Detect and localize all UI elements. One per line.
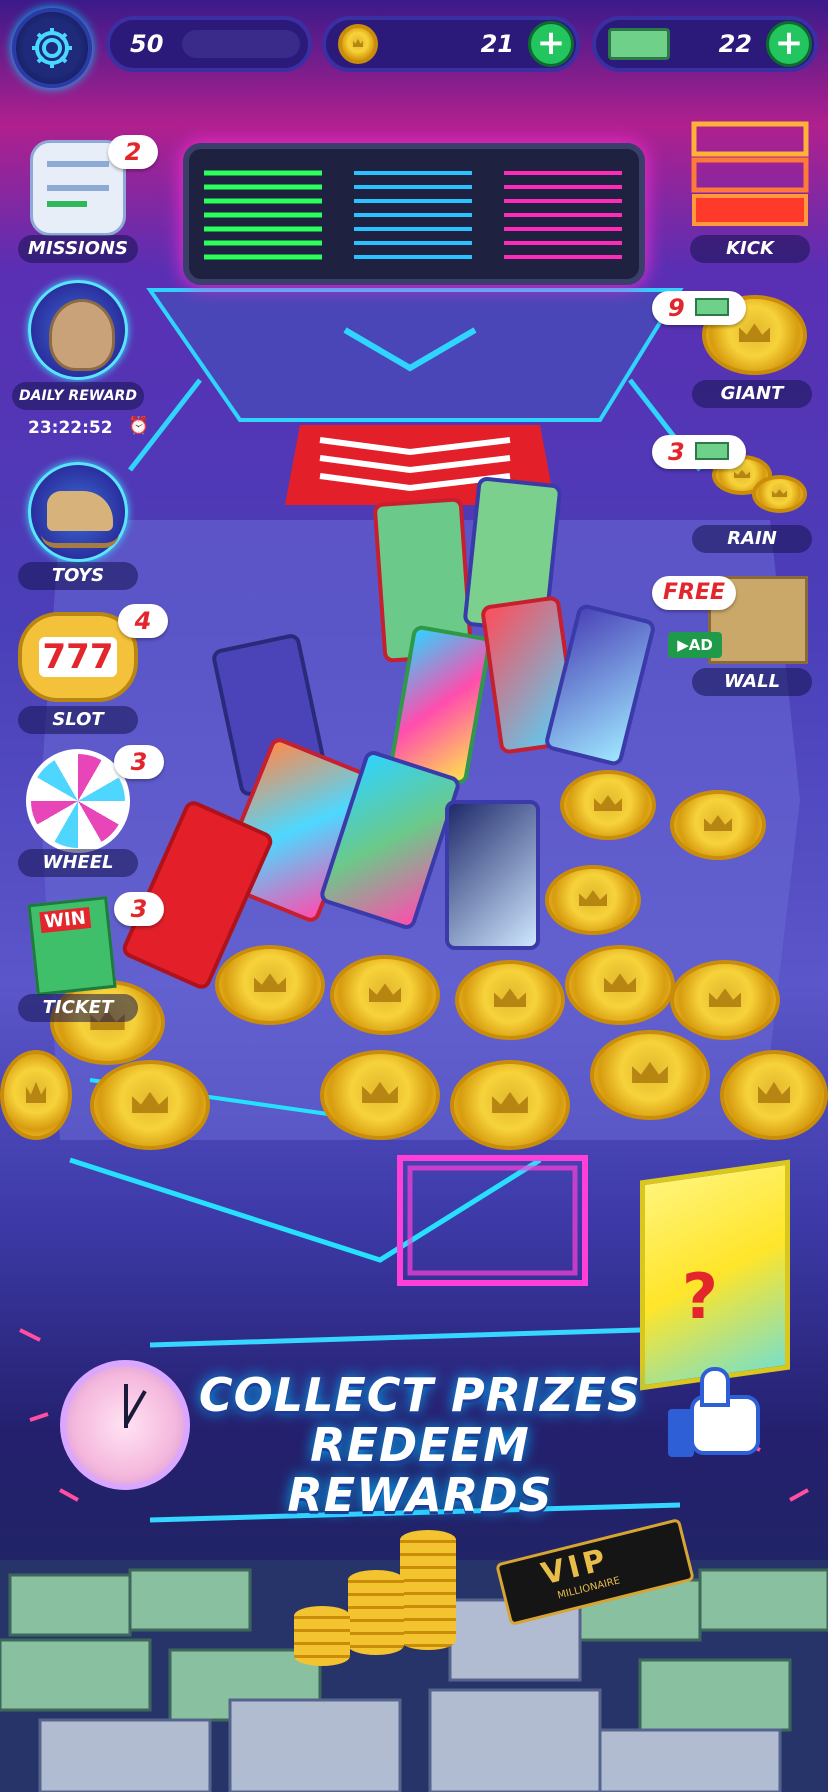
- ticket-icon: WIN: [27, 896, 117, 996]
- play-icon: ▶: [677, 636, 689, 654]
- giant-badge: 9: [652, 291, 746, 325]
- coin-stack: [348, 1570, 404, 1655]
- gold-coin: [90, 1060, 210, 1150]
- gold-coin: [560, 770, 656, 840]
- rain-badge: 3: [652, 435, 746, 469]
- gold-coin: [545, 865, 641, 935]
- daily-reward-timer: 23:22:52: [28, 418, 113, 438]
- cash-icon: [608, 28, 670, 60]
- missions-badge: 2: [108, 135, 158, 169]
- ticket-badge: 3: [114, 892, 164, 926]
- daily-reward-label: DAILY REWARD: [12, 382, 144, 410]
- cash-icon: [694, 442, 729, 460]
- stopwatch-icon: [60, 1360, 190, 1490]
- gold-coin: [320, 1050, 440, 1140]
- question-mark-icon: ?: [682, 1260, 718, 1333]
- giant-badge-count: 9: [668, 294, 685, 322]
- watch-ad-badge[interactable]: ▶AD: [668, 632, 722, 658]
- mystery-box[interactable]: ?: [640, 1159, 790, 1391]
- rain-button[interactable]: 3 RAIN: [652, 425, 812, 555]
- coin-count: 21: [480, 30, 514, 58]
- gold-coin: [0, 1050, 72, 1140]
- add-cash-button[interactable]: +: [766, 21, 812, 67]
- pink-stripes: [504, 171, 622, 259]
- wall-free-badge: FREE: [652, 576, 736, 610]
- coin-balance: 21 +: [322, 16, 580, 72]
- neon-bonus-board: [183, 143, 645, 285]
- cash-count: 22: [718, 30, 752, 58]
- kick-button[interactable]: KICK: [690, 120, 810, 265]
- gold-coin: [670, 790, 766, 860]
- slot-reels: 777: [38, 637, 118, 677]
- add-coins-button[interactable]: +: [528, 21, 574, 67]
- gold-coin: [450, 1060, 570, 1150]
- cash-icon: [694, 298, 729, 316]
- giant-label: GIANT: [692, 380, 812, 408]
- promo-banner: COLLECT PRIZES REDEEM REWARDS: [180, 1370, 660, 1520]
- gold-coin: [720, 1050, 828, 1140]
- gold-coin: [670, 960, 780, 1040]
- gold-coin: [330, 955, 440, 1035]
- wheel-button[interactable]: 3 WHEEL: [18, 745, 164, 880]
- promo-line-1: COLLECT PRIZES: [198, 1368, 642, 1422]
- toys-label: TOYS: [18, 562, 138, 590]
- wheel-badge: 3: [114, 745, 164, 779]
- wall-label: WALL: [692, 668, 812, 696]
- gold-coin: [565, 945, 675, 1025]
- ticket-win-text: WIN: [39, 907, 91, 934]
- level-progress-track: [182, 30, 300, 58]
- gold-coin: [752, 475, 807, 513]
- gold-coin: [455, 960, 565, 1040]
- daily-reward-button[interactable]: DAILY REWARD 23:22:52 ⏰: [12, 280, 149, 440]
- rocking-horse-icon: [28, 462, 128, 562]
- slot-label: SLOT: [18, 706, 138, 734]
- gold-coin: [215, 945, 325, 1025]
- cash-balance: 22 +: [592, 16, 818, 72]
- ticket-button[interactable]: WIN 3 TICKET: [18, 890, 164, 1025]
- green-stripes: [204, 170, 322, 260]
- coin-stack: [400, 1530, 456, 1650]
- gear-icon: [32, 28, 72, 68]
- giant-button[interactable]: 9 GIANT: [652, 285, 812, 410]
- slot-button[interactable]: 777 4 SLOT: [18, 604, 168, 734]
- kick-label: KICK: [690, 235, 810, 263]
- promo-line-2: REDEEM REWARDS: [287, 1418, 553, 1522]
- money-bag-icon: [28, 280, 128, 380]
- slot-badge: 4: [118, 604, 168, 638]
- settings-button[interactable]: [12, 8, 92, 88]
- missions-label: MISSIONS: [18, 235, 138, 263]
- rain-label: RAIN: [692, 525, 812, 553]
- coin-stacks: [290, 1530, 460, 1670]
- rain-badge-count: 3: [668, 438, 685, 466]
- phone-prize: [445, 800, 540, 950]
- level-value: 50: [130, 30, 164, 58]
- missions-button[interactable]: 2 MISSIONS: [18, 135, 158, 265]
- thumbs-up-icon: [660, 1365, 770, 1465]
- watch-ad-label: AD: [688, 636, 713, 654]
- coin-icon: [338, 24, 378, 64]
- ticket-label: TICKET: [18, 994, 138, 1022]
- wall-button[interactable]: FREE ▶AD WALL: [652, 568, 812, 698]
- toys-button[interactable]: TOYS: [18, 462, 138, 592]
- alarm-clock-icon: ⏰: [128, 416, 150, 436]
- blue-stripes: [354, 171, 472, 259]
- coin-stack: [294, 1606, 350, 1666]
- wheel-label: WHEEL: [18, 849, 138, 877]
- level-bar: 50: [106, 16, 312, 72]
- neon-pusher-icon: [691, 121, 809, 226]
- gold-coin: [590, 1030, 710, 1120]
